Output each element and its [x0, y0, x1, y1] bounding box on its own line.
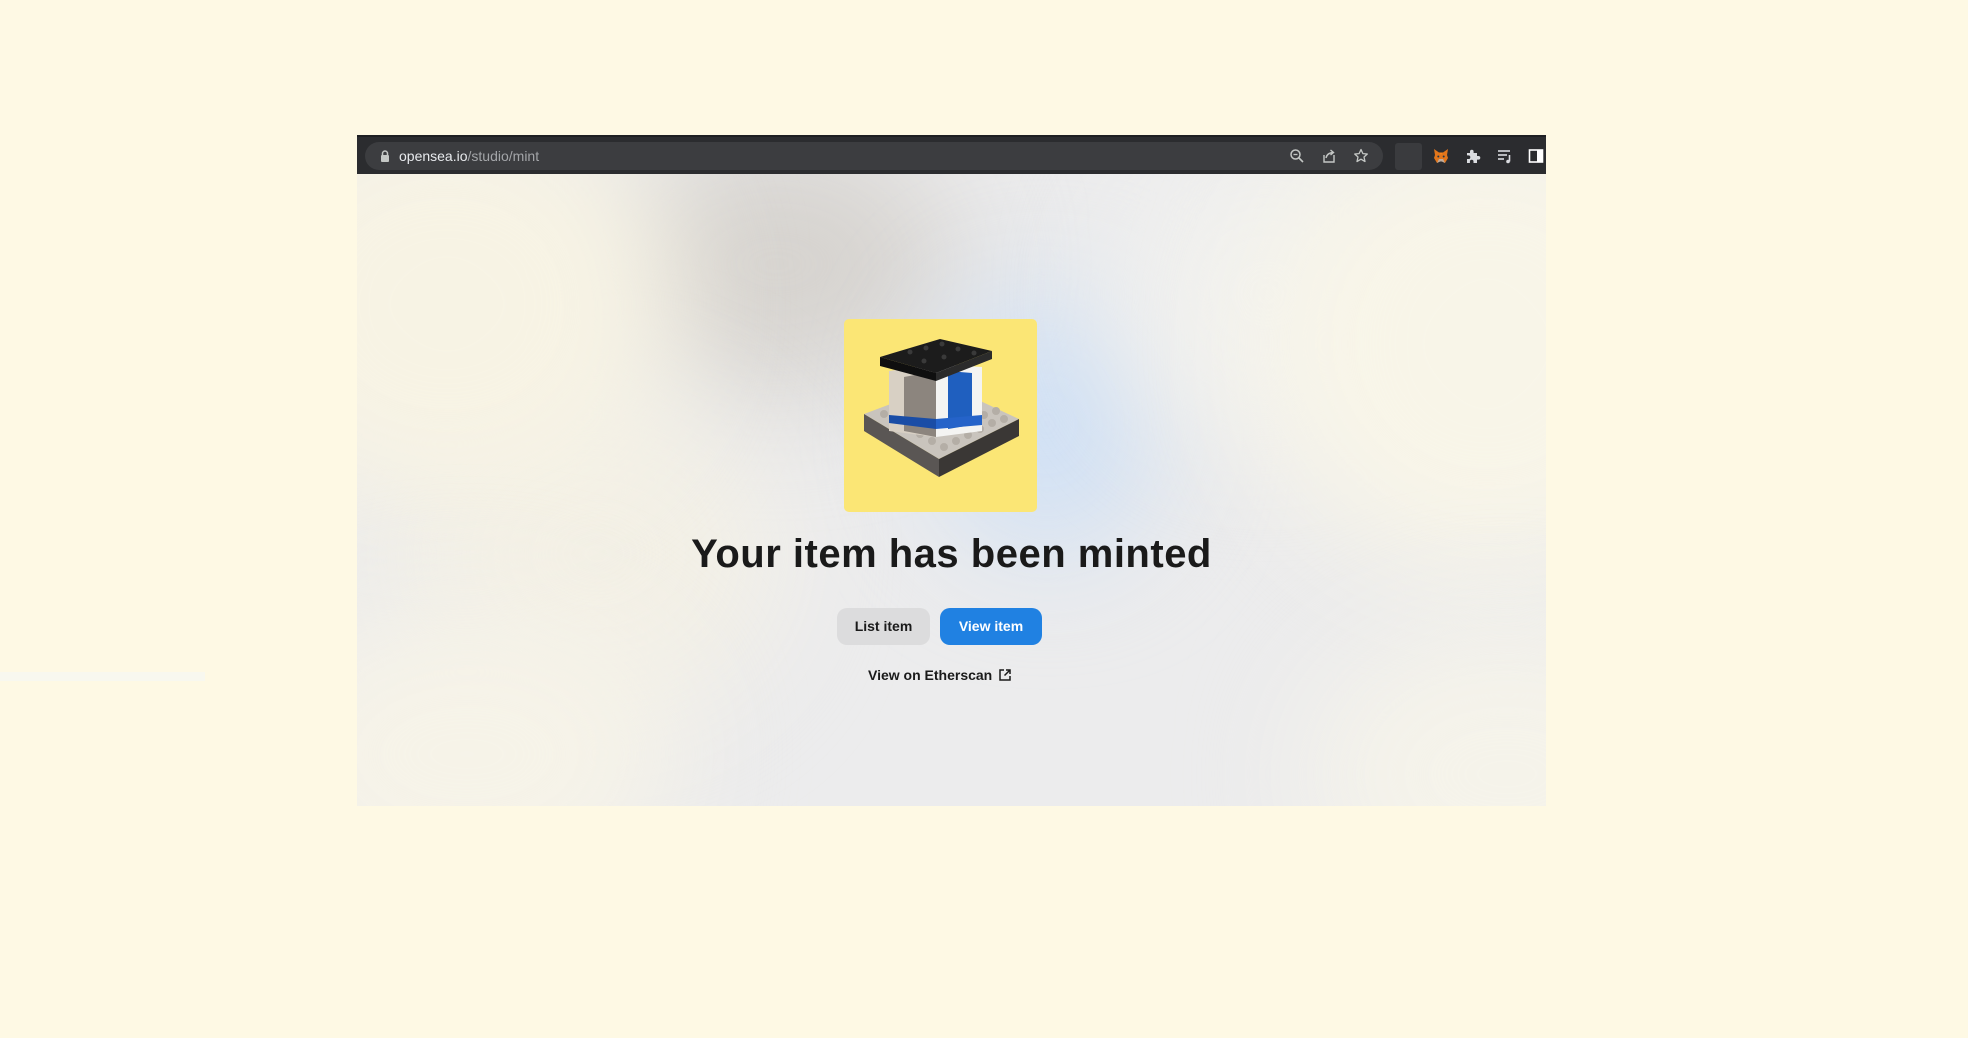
extension-slot[interactable] — [1395, 143, 1422, 170]
browser-window: opensea.io/studio/mint Your item has bee… — [357, 135, 1546, 806]
view-item-button[interactable]: View item — [940, 608, 1042, 645]
metamask-fox-icon[interactable] — [1432, 147, 1450, 165]
mint-success-page: Your item has been minted List item View… — [357, 174, 1546, 806]
etherscan-link-label: View on Etherscan — [868, 667, 993, 683]
url-path: /studio/mint — [467, 148, 540, 164]
side-panel-icon[interactable] — [1527, 147, 1545, 165]
nft-image[interactable] — [844, 319, 1037, 512]
page-title: Your item has been minted — [691, 532, 1212, 576]
external-link-icon — [999, 669, 1011, 681]
view-on-etherscan-link[interactable]: View on Etherscan — [868, 665, 1012, 685]
extensions-puzzle-icon[interactable] — [1464, 147, 1482, 165]
share-icon[interactable] — [1321, 148, 1337, 164]
zoom-icon[interactable] — [1289, 148, 1305, 164]
browser-toolbar: opensea.io/studio/mint — [357, 135, 1546, 174]
background-blur — [1257, 174, 1546, 574]
background-blur — [1307, 624, 1546, 806]
list-item-button[interactable]: List item — [837, 608, 930, 645]
left-edge-strip — [0, 672, 205, 681]
url-text[interactable]: opensea.io/studio/mint — [399, 148, 539, 164]
bookmark-star-icon[interactable] — [1353, 148, 1369, 164]
url-domain: opensea.io — [399, 148, 468, 164]
lock-icon[interactable] — [378, 149, 392, 163]
address-bar[interactable]: opensea.io/studio/mint — [365, 142, 1383, 170]
lego-house-nft-image — [864, 339, 1019, 477]
reading-list-icon[interactable] — [1496, 147, 1514, 165]
